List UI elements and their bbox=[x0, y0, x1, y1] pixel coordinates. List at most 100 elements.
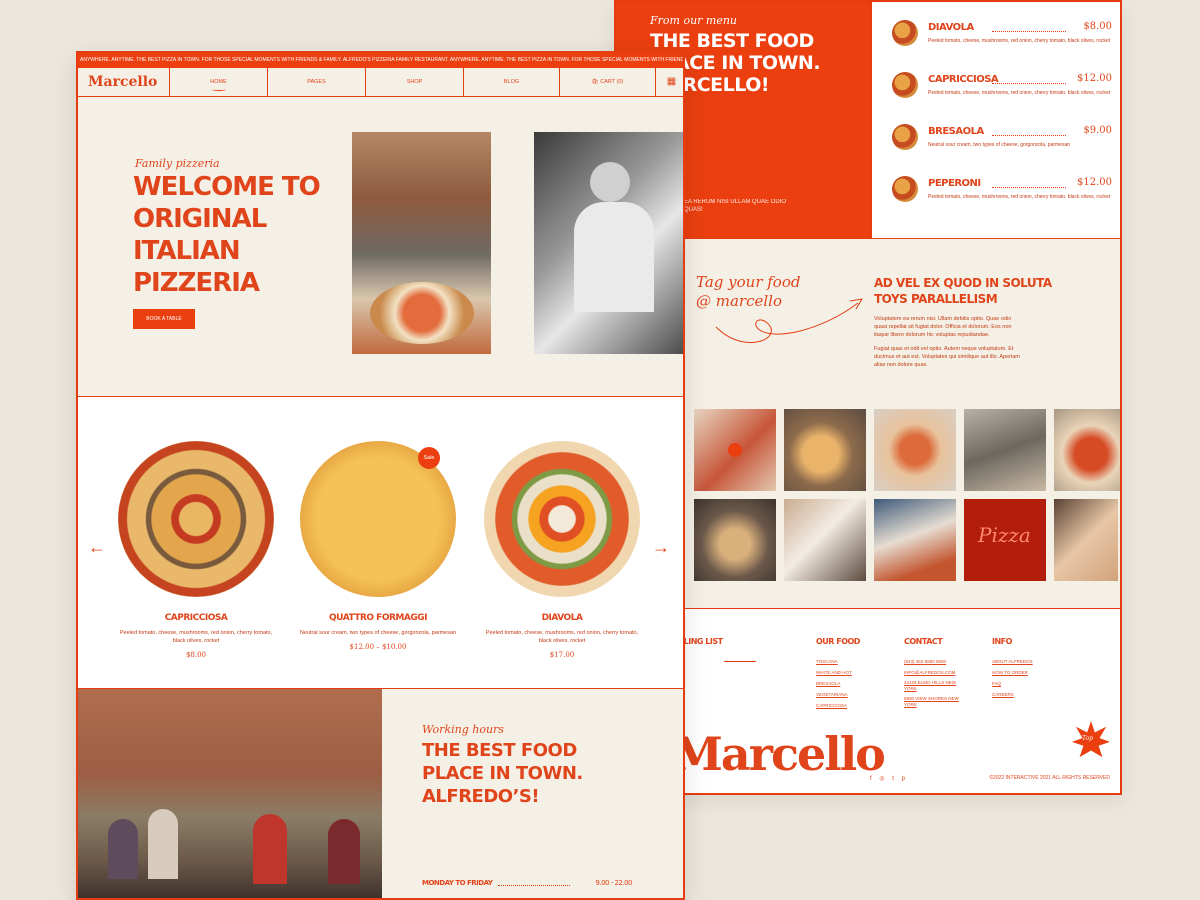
footer-col-title: OUR FOOD bbox=[816, 637, 860, 646]
hours-time: 9.00 - 22.00 bbox=[595, 879, 632, 887]
mailing-list-arrow-icon[interactable] bbox=[724, 661, 756, 662]
site-logo[interactable]: Marcello bbox=[88, 74, 157, 90]
dotted-leader bbox=[498, 885, 570, 886]
instagram-photo-neon[interactable]: Pizza bbox=[964, 499, 1046, 581]
footer-link[interactable]: FAQ bbox=[992, 678, 1033, 689]
menu-item-desc: Peeled tomato, cheese, mushrooms, red on… bbox=[928, 194, 1111, 200]
instagram-photo[interactable] bbox=[694, 499, 776, 581]
footer-link[interactable]: HOW TO ORDER bbox=[992, 667, 1033, 678]
pizza-name: CAPRICCIOSA bbox=[164, 613, 228, 623]
dotted-leader bbox=[992, 187, 1066, 188]
instagram-photo[interactable] bbox=[784, 499, 866, 581]
social-icons[interactable]: f ◎ t p bbox=[870, 775, 908, 782]
pizza-thumb bbox=[892, 72, 918, 98]
restaurant-patio-photo bbox=[78, 689, 382, 898]
pizza-image bbox=[118, 441, 274, 597]
tag-title-line: Tag your food bbox=[696, 273, 801, 291]
footer-link[interactable]: INFO@ALFREDOS.COM bbox=[904, 667, 964, 678]
tag-paragraph-1: Voluptatem ea rerum nisi. Ullam debitis … bbox=[874, 316, 1012, 338]
instagram-photo[interactable] bbox=[964, 409, 1046, 491]
carousel-prev-arrow-icon[interactable]: ← bbox=[88, 537, 106, 558]
pizza-desc: Neutral sour cream, two types of cheese,… bbox=[299, 630, 457, 636]
menu-item-capricciosa[interactable]: CAPRICCIOSA $12.00 Peeled tomato, cheese… bbox=[892, 72, 1112, 116]
nav-cart[interactable]: 🛍 CART (0) bbox=[559, 68, 655, 96]
dotted-leader bbox=[992, 135, 1066, 136]
cart-icon: 🛍 bbox=[591, 79, 599, 85]
footer-link[interactable]: 42425 ELMO HILLS NEW YORK bbox=[904, 680, 964, 692]
instagram-photo[interactable] bbox=[1054, 409, 1120, 491]
ticker-bar: ANYWHERE. ANYTIME. THE BEST PIZZA IN TOW… bbox=[78, 53, 683, 68]
footer-col-title: CONTACT bbox=[904, 637, 943, 646]
instagram-photo[interactable] bbox=[874, 409, 956, 491]
menu-item-name: DIAVOLA bbox=[928, 22, 974, 33]
menu-item-price: $9.00 bbox=[1083, 125, 1112, 136]
menu-item-bresaola[interactable]: BRESAOLA $9.00 Neutral sour cream, two t… bbox=[892, 124, 1112, 168]
hero-title: WELCOME TO ORIGINAL ITALIAN PIZZERIA bbox=[133, 172, 321, 298]
pizza-thumb bbox=[892, 124, 918, 150]
pizza-thumb bbox=[892, 176, 918, 202]
footer-link[interactable]: BRESAOLA bbox=[816, 678, 860, 689]
footer-link[interactable]: CAREERS bbox=[992, 689, 1033, 700]
active-indicator bbox=[211, 88, 226, 91]
instagram-icon bbox=[728, 443, 742, 457]
instagram-grid: Pizza bbox=[694, 409, 1120, 581]
street-photo bbox=[352, 132, 491, 354]
sale-badge: Sale bbox=[418, 447, 440, 469]
pizza-price: $12.00 – $10.00 bbox=[349, 643, 407, 651]
badge-label: Top bbox=[1082, 735, 1093, 742]
footer-link[interactable]: VEGETARIANA bbox=[816, 689, 860, 700]
footer-link[interactable]: 5500 VIEW SHORES NEW YORK bbox=[904, 696, 964, 708]
grid-menu-icon[interactable]: ▦ bbox=[655, 68, 683, 96]
pizza-card-capricciosa[interactable]: CAPRICCIOSA Peeled tomato, cheese, mushr… bbox=[116, 441, 276, 659]
dotted-leader bbox=[992, 31, 1066, 32]
menu-item-price: $12.00 bbox=[1077, 177, 1112, 188]
menu-item-price: $12.00 bbox=[1077, 73, 1112, 84]
menu-item-peperoni[interactable]: PEPERONI $12.00 Peeled tomato, cheese, m… bbox=[892, 176, 1112, 220]
menu-item-name: BRESAOLA bbox=[928, 126, 984, 137]
tag-section: Tag your food @ marcello AD VEL EX QUOD … bbox=[616, 238, 1120, 608]
nav-home[interactable]: HOME bbox=[169, 68, 267, 96]
menu-list: DIAVOLA $8.00 Peeled tomato, cheese, mus… bbox=[870, 2, 1120, 238]
menu-item-diavola[interactable]: DIAVOLA $8.00 Peeled tomato, cheese, mus… bbox=[892, 20, 1112, 64]
pizza-name: QUATTRO FORMAGGI bbox=[329, 613, 427, 623]
nav-home-label: HOME bbox=[210, 79, 227, 85]
tag-paragraph-2: Fugiat quas et odit vel optio. Autem neq… bbox=[874, 346, 1020, 368]
nav-shop-label: SHOP bbox=[406, 79, 423, 85]
pizza-desc: Peeled tomato, cheese, mushrooms, red on… bbox=[119, 630, 273, 644]
instagram-photo[interactable] bbox=[1054, 499, 1118, 581]
book-table-button[interactable]: BOOK A TABLE bbox=[133, 309, 195, 329]
footer-link[interactable]: WHITE AND HOT bbox=[816, 667, 860, 678]
pizza-card-quattro-formaggi[interactable]: QUATTRO FORMAGGI Neutral sour cream, two… bbox=[298, 441, 458, 651]
pizza-card-diavola[interactable]: DIAVOLA Peeled tomato, cheese, mushrooms… bbox=[482, 441, 642, 659]
footer-link[interactable]: (843) 462-5850 8500 bbox=[904, 656, 964, 667]
instagram-photo[interactable] bbox=[874, 499, 956, 581]
hero-label: Family pizzeria bbox=[135, 157, 220, 170]
chef-photo bbox=[534, 132, 683, 354]
tag-heading: AD VEL EX QUOD IN SOLUTA TOYS PARALLELIS… bbox=[874, 276, 1052, 306]
hero: Family pizzeria WELCOME TO ORIGINAL ITAL… bbox=[78, 97, 683, 397]
footer-link[interactable]: ABOUT ALFREDOS bbox=[992, 656, 1033, 667]
hours-label: Working hours bbox=[422, 723, 504, 736]
pizza-carousel: ← → CAPRICCIOSA Peeled tomato, cheese, m… bbox=[78, 397, 683, 689]
carousel-next-arrow-icon[interactable]: → bbox=[652, 537, 670, 558]
menu-item-name: CAPRICCIOSA bbox=[928, 74, 999, 85]
menu-label: From our menu bbox=[650, 14, 738, 27]
instagram-photo[interactable] bbox=[784, 409, 866, 491]
instagram-photo[interactable] bbox=[694, 409, 776, 491]
footer-link[interactable]: TOSCANA bbox=[816, 656, 860, 667]
hours-row: MONDAY TO FRIDAY 9.00 - 22.00 bbox=[422, 879, 632, 887]
footer: MAILING LIST OUR FOOD TOSCANA WHITE AND … bbox=[616, 608, 1120, 793]
nav-pages[interactable]: PAGES bbox=[267, 68, 365, 96]
pizza-thumb bbox=[892, 20, 918, 46]
menu-item-price: $8.00 bbox=[1083, 21, 1112, 32]
footer-link[interactable]: CAPRICCIOSA bbox=[816, 700, 860, 711]
hours-day: MONDAY TO FRIDAY bbox=[422, 879, 493, 887]
pizza-desc: Peeled tomato, cheese, mushrooms, red on… bbox=[485, 630, 639, 644]
back-page: From our menu THE BEST FOOD PLACE IN TOW… bbox=[614, 0, 1122, 795]
nav-blog[interactable]: BLOG bbox=[463, 68, 559, 96]
footer-logo[interactable]: Marcello bbox=[672, 727, 886, 781]
menu-item-name: PEPERONI bbox=[928, 178, 981, 189]
front-page: ANYWHERE. ANYTIME. THE BEST PIZZA IN TOW… bbox=[76, 51, 685, 900]
nav-shop[interactable]: SHOP bbox=[365, 68, 463, 96]
pizza-price: $17.00 bbox=[549, 651, 575, 659]
